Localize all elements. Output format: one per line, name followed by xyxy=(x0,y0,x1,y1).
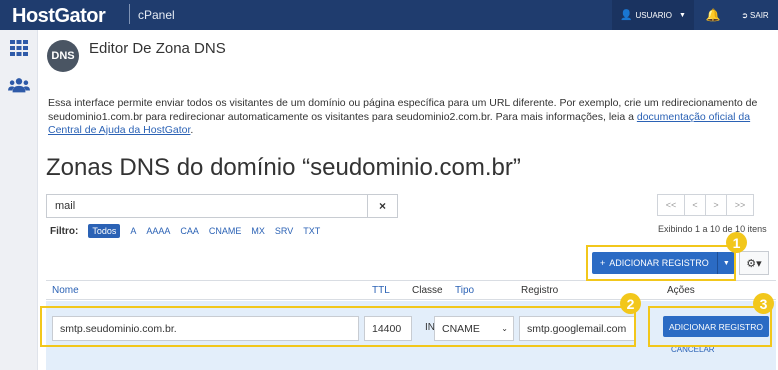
bell-icon[interactable]: 🔔 xyxy=(700,0,726,30)
callout-badge-2: 2 xyxy=(620,293,641,314)
pagination-info: Exibindo 1 a 10 de 10 itens xyxy=(658,224,767,234)
col-name[interactable]: Nome xyxy=(52,285,79,296)
filter-chip-srv[interactable]: SRV xyxy=(275,226,293,236)
user-icon: 👤 xyxy=(620,9,633,21)
last-page-button[interactable]: >> xyxy=(726,194,754,216)
gear-icon: ⚙▾ xyxy=(746,257,762,270)
first-page-button[interactable]: << xyxy=(657,194,685,216)
highlight-box-1 xyxy=(586,245,736,281)
next-page-button[interactable]: > xyxy=(705,194,727,216)
chevron-down-icon: ▼ xyxy=(678,11,686,19)
filter-chip-txt[interactable]: TXT xyxy=(303,226,320,236)
filter-chip-cname[interactable]: CNAME xyxy=(209,226,242,236)
clear-search-button[interactable]: × xyxy=(367,195,397,217)
filter-bar: Filtro: Todos A AAAA CAA CNAME MX SRV TX… xyxy=(50,224,320,238)
search-box: × xyxy=(46,194,398,218)
col-class: Classe xyxy=(412,285,443,296)
description-end: . xyxy=(190,124,194,136)
filter-chip-mx[interactable]: MX xyxy=(251,226,265,236)
col-record: Registro xyxy=(521,285,559,296)
zones-title: Zonas DNS do domínio “seudominio.com.br” xyxy=(46,154,521,181)
page-description: Essa interface permite enviar todos os v… xyxy=(48,97,774,138)
page-title: Editor De Zona DNS xyxy=(89,40,226,57)
search-input[interactable] xyxy=(47,195,367,217)
user-menu[interactable]: 👤 USUARIO ▼ xyxy=(612,0,694,30)
prev-page-button[interactable]: < xyxy=(684,194,706,216)
users-icon[interactable] xyxy=(8,75,30,95)
user-menu-label: USUARIO xyxy=(635,10,672,20)
main-content: DNS Editor De Zona DNS Essa interface pe… xyxy=(38,30,778,370)
filter-chip-caa[interactable]: CAA xyxy=(180,226,199,236)
col-actions: Ações xyxy=(667,285,695,296)
pagination: << < > >> xyxy=(657,194,754,216)
top-bar: HostGator cPanel 👤 USUARIO ▼ 🔔 ➲ SAIR xyxy=(0,0,778,30)
logout-button[interactable]: ➲ SAIR xyxy=(732,0,778,30)
logout-icon: ➲ xyxy=(741,10,749,20)
dns-icon: DNS xyxy=(47,40,79,72)
settings-button[interactable]: ⚙▾ xyxy=(739,251,769,275)
logo-divider xyxy=(129,4,130,24)
callout-badge-3: 3 xyxy=(753,293,774,314)
col-ttl[interactable]: TTL xyxy=(372,285,390,296)
filter-chip-aaaa[interactable]: AAAA xyxy=(146,226,170,236)
callout-badge-1: 1 xyxy=(726,232,747,253)
hostgator-logo[interactable]: HostGator xyxy=(12,5,106,28)
highlight-box-2 xyxy=(40,306,636,347)
grid-icon[interactable] xyxy=(8,38,30,58)
filter-chip-todos[interactable]: Todos xyxy=(88,224,121,238)
sidebar xyxy=(0,30,38,370)
logout-label: SAIR xyxy=(750,10,769,20)
col-type[interactable]: Tipo xyxy=(455,285,474,296)
filter-label: Filtro: xyxy=(50,225,79,237)
table-header: Nome TTL Classe Tipo Registro Ações xyxy=(46,280,776,300)
highlight-box-3 xyxy=(648,306,772,347)
cpanel-label: cPanel xyxy=(138,8,175,22)
filter-chip-a[interactable]: A xyxy=(130,226,136,236)
